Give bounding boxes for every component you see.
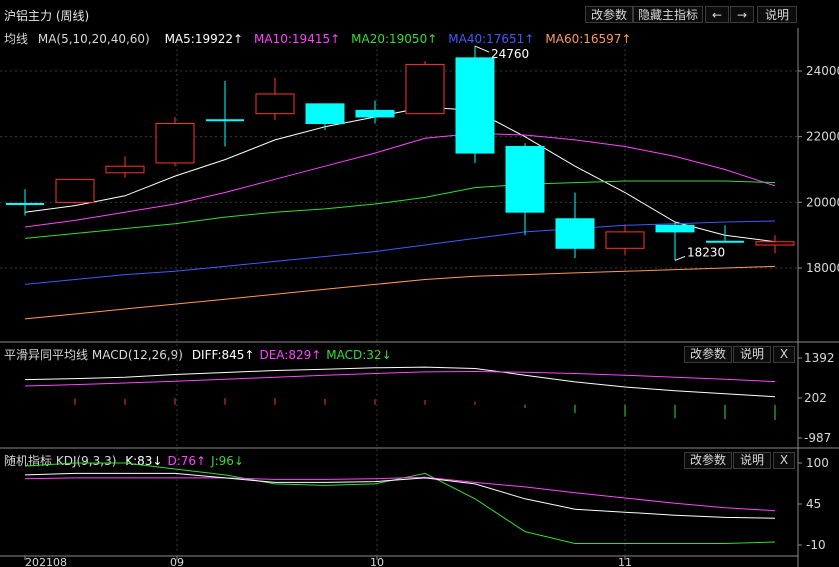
low-annotation: 18230 [687,245,725,259]
ytick-label-macd-1: 202 [804,391,827,405]
candle-body-11 [555,218,595,249]
candle-body-2 [105,165,145,174]
candle-body-10 [505,146,545,213]
xtick-label-3: 11 [618,556,632,567]
candle-body-15 [755,241,795,246]
ma-line-ma5 [24,106,776,243]
ytick-label-main-3: 18000 [806,261,839,275]
ytick-label-kdj-2: -10 [806,538,826,552]
xtick-label-2: 10 [370,556,384,567]
candle-body-12 [605,231,645,249]
kdj-j-line [24,462,776,544]
high-annotation-pointer [474,45,490,53]
candle-body-8 [405,63,445,115]
high-annotation: 24760 [491,47,529,61]
xtick-label-0: 202108 [25,556,67,567]
kdj-k-line [24,472,776,519]
candle-body-9 [455,57,495,154]
ytick-label-macd-0: 1392 [804,351,835,365]
candle-body-1 [55,178,95,203]
ytick-label-kdj-1: 45 [806,497,821,511]
ytick-label-main-2: 20000 [806,195,839,209]
candle-body-13 [655,224,695,233]
candle-body-6 [305,103,345,125]
low-annotation-pointer [674,255,686,261]
macd-diff-line [24,366,776,398]
kline-chart: 24760 18230 24000 22000 20000 18000 1392 202 -9… [0,28,839,567]
ytick-label-main-1: 22000 [806,130,839,144]
ytick-label-macd-2: -987 [804,431,831,445]
kdj-d-line [24,476,776,512]
candle-body-3 [155,123,195,164]
xtick-label-1: 09 [170,556,184,567]
macd-dea-line [24,370,776,387]
ytick-label-kdj-0: 100 [806,456,829,470]
ytick-label-main-0: 24000 [806,64,839,78]
candle-body-7 [355,109,395,118]
ma-line-ma10 [24,132,776,228]
candle-body-5 [255,93,295,115]
